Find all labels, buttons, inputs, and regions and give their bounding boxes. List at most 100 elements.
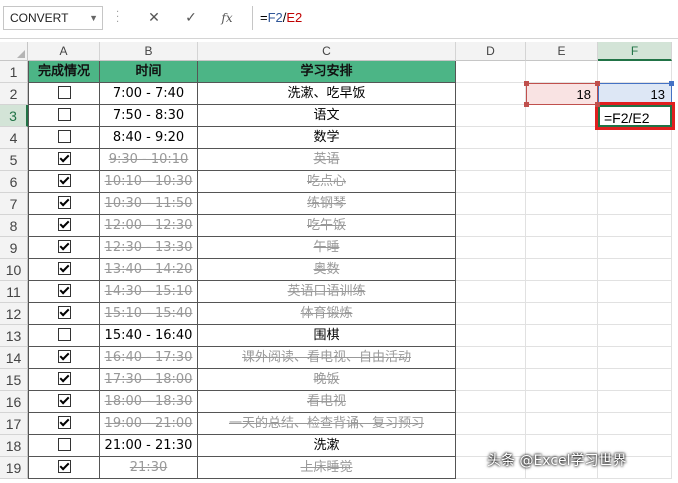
task-cell[interactable]: 午睡 [198,237,456,259]
cell-d9[interactable] [456,237,526,259]
cell-f15[interactable] [598,369,672,391]
time-cell[interactable]: 15:40 - 16:40 [100,325,198,347]
checkbox-cell[interactable] [28,193,100,215]
cell-e4[interactable] [526,127,598,149]
time-cell[interactable]: 7:00 - 7:40 [100,83,198,105]
cell-d17[interactable] [456,413,526,435]
row-header-16[interactable]: 16 [0,391,28,413]
cell-d13[interactable] [456,325,526,347]
column-header-a[interactable]: A [28,42,100,61]
column-header-b[interactable]: B [100,42,198,61]
cell-f8[interactable] [598,215,672,237]
task-cell[interactable]: 晚饭 [198,369,456,391]
cell-d5[interactable] [456,149,526,171]
cell-e13[interactable] [526,325,598,347]
cell-f12[interactable] [598,303,672,325]
cell-e11[interactable] [526,281,598,303]
checkbox-cell[interactable] [28,391,100,413]
row-header-7[interactable]: 7 [0,193,28,215]
row-header-4[interactable]: 4 [0,127,28,149]
column-header-e[interactable]: E [526,42,598,61]
resize-handle[interactable] [595,102,600,107]
row-header-6[interactable]: 6 [0,171,28,193]
checkbox-cell[interactable] [28,281,100,303]
cell-d4[interactable] [456,127,526,149]
task-cell[interactable]: 体育锻炼 [198,303,456,325]
time-cell[interactable]: 8:40 - 9:20 [100,127,198,149]
checkbox-cell[interactable] [28,215,100,237]
time-cell[interactable]: 12:00 - 12:30 [100,215,198,237]
cancel-icon[interactable]: ✕ [143,8,165,28]
cell-e16[interactable] [526,391,598,413]
time-cell[interactable]: 9:30 - 10:10 [100,149,198,171]
cell-e2-value[interactable]: 18 [526,83,598,105]
time-cell[interactable]: 10:10 - 10:30 [100,171,198,193]
enter-check-icon[interactable]: ✓ [180,8,202,28]
checkbox-cell[interactable] [28,105,100,127]
checkbox[interactable] [57,372,71,385]
cell-f1[interactable] [598,61,672,83]
cell-d2[interactable] [456,83,526,105]
row-header-8[interactable]: 8 [0,215,28,237]
name-box[interactable]: CONVERT ▼ [3,6,103,30]
column-header-c[interactable]: C [198,42,456,61]
checkbox[interactable] [57,438,71,451]
checkbox-cell[interactable] [28,171,100,193]
time-cell[interactable]: 14:30 - 15:10 [100,281,198,303]
row-header-2[interactable]: 2 [0,83,28,105]
checkbox-cell[interactable] [28,83,100,105]
cell-e6[interactable] [526,171,598,193]
task-cell[interactable]: 洗漱 [198,435,456,457]
cell-e9[interactable] [526,237,598,259]
cell-e10[interactable] [526,259,598,281]
task-cell[interactable]: 吃午饭 [198,215,456,237]
cell-d3[interactable] [456,105,526,127]
cell-d11[interactable] [456,281,526,303]
checkbox[interactable] [57,460,71,473]
checkbox[interactable] [57,240,71,253]
header-status[interactable]: 完成情况 [28,61,100,83]
task-cell[interactable]: 练钢琴 [198,193,456,215]
row-header-3[interactable]: 3 [0,105,28,127]
time-cell[interactable]: 21:00 - 21:30 [100,435,198,457]
checkbox-cell[interactable] [28,369,100,391]
task-cell[interactable]: 英语 [198,149,456,171]
checkbox[interactable] [57,108,71,121]
checkbox-cell[interactable] [28,127,100,149]
time-cell[interactable]: 15:10 - 15:40 [100,303,198,325]
cell-d6[interactable] [456,171,526,193]
cell-d16[interactable] [456,391,526,413]
checkbox-cell[interactable] [28,259,100,281]
select-all-corner[interactable] [0,42,28,61]
checkbox[interactable] [57,328,71,341]
cell-f10[interactable] [598,259,672,281]
row-header-19[interactable]: 19 [0,457,28,479]
column-header-d[interactable]: D [456,42,526,61]
cell-d14[interactable] [456,347,526,369]
cell-e8[interactable] [526,215,598,237]
checkbox-cell[interactable] [28,325,100,347]
header-plan[interactable]: 学习安排 [198,61,456,83]
task-cell[interactable]: 语文 [198,105,456,127]
row-header-5[interactable]: 5 [0,149,28,171]
cell-e3[interactable] [526,105,598,127]
resize-handle[interactable] [669,81,674,86]
checkbox[interactable] [57,130,71,143]
cell-e7[interactable] [526,193,598,215]
cell-f13[interactable] [598,325,672,347]
task-cell[interactable]: 英语口语训练 [198,281,456,303]
resize-handle[interactable] [595,81,600,86]
cell-f11[interactable] [598,281,672,303]
row-header-10[interactable]: 10 [0,259,28,281]
task-cell[interactable]: 吃点心 [198,171,456,193]
checkbox[interactable] [57,262,71,275]
task-cell[interactable]: 奥数 [198,259,456,281]
cell-e1[interactable] [526,61,598,83]
cell-d7[interactable] [456,193,526,215]
cell-d15[interactable] [456,369,526,391]
time-cell[interactable]: 13:40 - 14:20 [100,259,198,281]
cell-d12[interactable] [456,303,526,325]
cell-e15[interactable] [526,369,598,391]
chevron-down-icon[interactable]: ▼ [89,7,98,29]
time-cell[interactable]: 7:50 - 8:30 [100,105,198,127]
